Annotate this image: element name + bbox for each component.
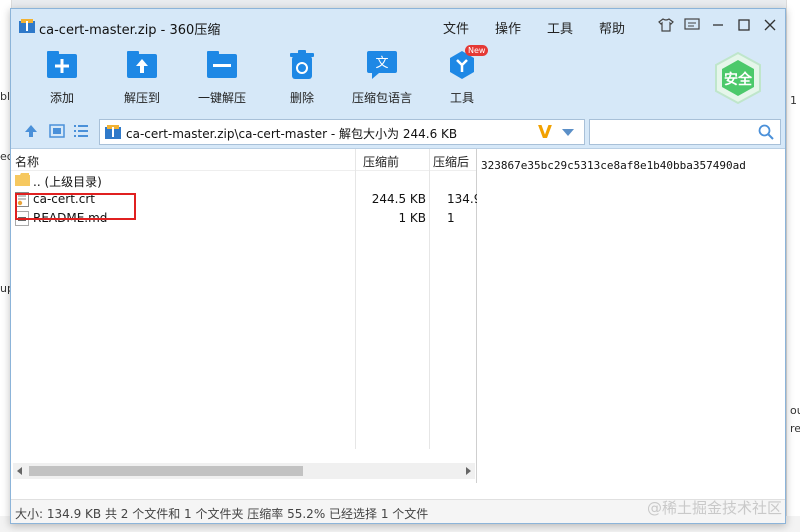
tools-label: 工具: [449, 91, 474, 105]
preview-pane: 323867e35bc29c5313ce8af8e1b40bba357490ad: [481, 149, 785, 483]
archive-window: ca-cert-master.zip - 360压缩 文件 操作 工具 帮助 添…: [10, 8, 786, 524]
tools-button[interactable]: New 工具: [429, 45, 495, 106]
safe-badge[interactable]: 安全: [711, 51, 765, 105]
close-icon[interactable]: [761, 15, 779, 35]
language-label: 压缩包语言: [351, 91, 412, 105]
background-window-right: 1 ou re: [786, 0, 800, 532]
add-button[interactable]: 添加: [29, 49, 95, 106]
bg-text-fragment: 1: [790, 94, 797, 107]
svg-text:文: 文: [375, 56, 388, 71]
address-field[interactable]: ca-cert-master.zip\ca-cert-master - 解包大小…: [99, 119, 585, 145]
one-click-extract-icon: [205, 49, 239, 81]
menu-help[interactable]: 帮助: [599, 18, 651, 37]
extract-to-label: 解压到: [123, 91, 160, 105]
maximize-icon[interactable]: [735, 15, 753, 35]
window-controls: [657, 15, 779, 35]
archive-app-icon: [19, 19, 35, 33]
address-bar: ca-cert-master.zip\ca-cert-master - 解包大小…: [11, 113, 785, 149]
folder-icon: [15, 173, 30, 186]
window-title: ca-cert-master.zip - 360压缩: [39, 23, 221, 38]
file-list-header: 名称 压缩前 压缩后: [11, 149, 476, 171]
selection-highlight-box: [15, 193, 136, 220]
skin-icon[interactable]: [657, 15, 675, 35]
file-compressed-size: 1: [447, 211, 455, 225]
scroll-right-icon[interactable]: [466, 467, 471, 475]
feedback-icon[interactable]: [683, 15, 701, 35]
safe-label: 安全: [724, 72, 752, 88]
bg-text-fragment: ou: [790, 404, 800, 417]
content-area: 名称 压缩前 压缩后 .. (上级目录) ca-cert.crt 244.5 K…: [11, 149, 785, 483]
add-label: 添加: [49, 91, 74, 105]
list-view-icon[interactable]: [73, 124, 89, 138]
delete-label: 删除: [289, 91, 314, 105]
file-compressed-size: 134.9: [447, 192, 477, 206]
language-icon: 文: [365, 49, 399, 81]
v-logo-icon[interactable]: V: [538, 122, 552, 143]
scrollbar-thumb[interactable]: [29, 466, 303, 476]
status-text: 大小: 134.9 KB 共 2 个文件和 1 个文件夹 压缩率 55.2% 已…: [15, 507, 429, 521]
file-name: .. (上级目录): [33, 175, 102, 189]
up-arrow-icon[interactable]: [23, 124, 39, 138]
scroll-left-icon[interactable]: [17, 467, 22, 475]
bg-text-fragment: re: [790, 422, 800, 435]
search-icon[interactable]: [758, 124, 774, 140]
zip-file-icon: [105, 125, 121, 139]
file-size: 1 KB: [398, 211, 426, 225]
column-compressed[interactable]: 压缩后: [433, 153, 469, 170]
menu-operate[interactable]: 操作: [495, 18, 547, 37]
language-button[interactable]: 文 压缩包语言: [349, 49, 415, 106]
thumbnail-view-icon[interactable]: [49, 124, 65, 138]
search-input[interactable]: [589, 119, 781, 145]
tools-icon: New: [445, 45, 489, 81]
file-row-parent[interactable]: .. (上级目录): [11, 171, 476, 190]
column-name[interactable]: 名称: [15, 153, 39, 170]
title-bar: ca-cert-master.zip - 360压缩 文件 操作 工具 帮助: [11, 9, 785, 43]
menu-bar: 文件 操作 工具 帮助: [443, 18, 651, 37]
new-badge: New: [465, 45, 489, 56]
address-path: ca-cert-master.zip\ca-cert-master - 解包大小…: [126, 127, 458, 141]
menu-file[interactable]: 文件: [443, 18, 495, 37]
horizontal-scrollbar[interactable]: [13, 463, 475, 479]
menu-tools[interactable]: 工具: [547, 18, 599, 37]
add-icon: [45, 49, 79, 81]
address-dropdown-icon[interactable]: [562, 129, 574, 136]
bg-text-fragment: bl: [0, 90, 11, 103]
column-size[interactable]: 压缩前: [363, 153, 399, 170]
one-click-extract-label: 一键解压: [197, 91, 246, 105]
file-size: 244.5 KB: [371, 192, 426, 206]
minimize-icon[interactable]: [709, 15, 727, 35]
preview-text: 323867e35bc29c5313ce8af8e1b40bba357490ad: [481, 159, 746, 172]
extract-to-button[interactable]: 解压到: [109, 49, 175, 106]
watermark: @稀土掘金技术社区: [646, 499, 782, 517]
delete-icon: [285, 49, 319, 81]
toolbar: 添加 解压到 一键解压 删除 文 压缩包语言 New 工具 安全: [11, 43, 785, 113]
one-click-extract-button[interactable]: 一键解压: [189, 49, 255, 106]
file-list: 名称 压缩前 压缩后 .. (上级目录) ca-cert.crt 244.5 K…: [11, 149, 477, 483]
extract-to-icon: [125, 49, 159, 81]
delete-button[interactable]: 删除: [269, 49, 335, 106]
